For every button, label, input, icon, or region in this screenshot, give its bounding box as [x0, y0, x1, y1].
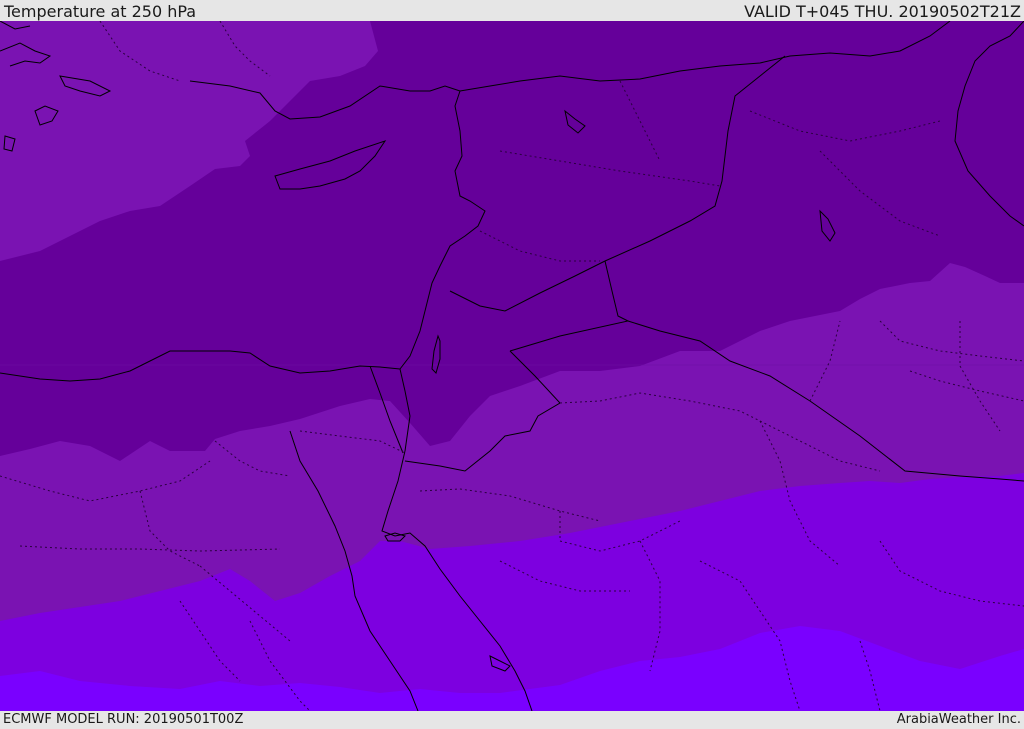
credit-label: ArabiaWeather Inc. — [896, 712, 1021, 727]
map-title: Temperature at 250 hPa — [4, 2, 197, 21]
temperature-map-canvas — [0, 21, 1024, 711]
map-header: Temperature at 250 hPa VALID T+045 THU. … — [0, 0, 1024, 21]
valid-time: VALID T+045 THU. 20190502T21Z — [744, 2, 1021, 21]
map-footer: ECMWF MODEL RUN: 20190501T00Z ArabiaWeat… — [0, 711, 1024, 729]
weather-map — [0, 21, 1024, 711]
model-run-label: ECMWF MODEL RUN: 20190501T00Z — [3, 712, 244, 727]
